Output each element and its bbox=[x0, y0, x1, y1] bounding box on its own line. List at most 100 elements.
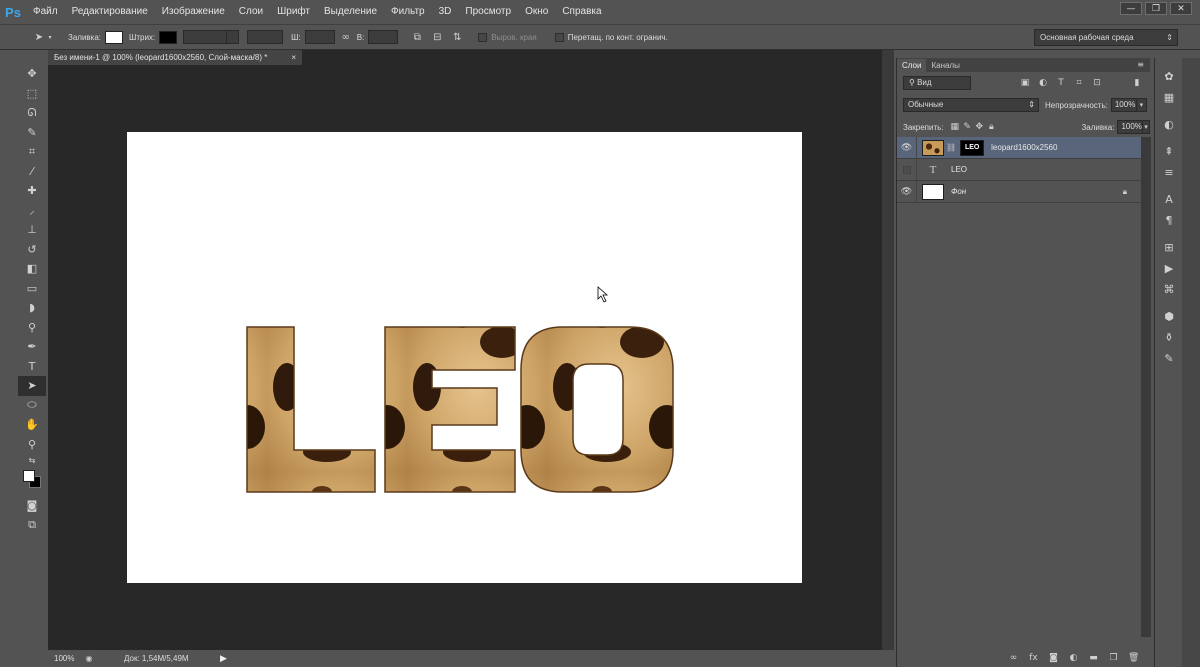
tab-layers[interactable]: Слои bbox=[897, 59, 927, 72]
adjustment-layer-icon[interactable]: ◐ bbox=[1068, 653, 1079, 663]
quick-mask-icon[interactable]: ◙ bbox=[18, 496, 46, 516]
panel-menu-icon[interactable]: ≡ bbox=[1137, 60, 1144, 69]
adjustment-filter-icon[interactable]: ◐ bbox=[1037, 77, 1049, 89]
stroke-type-dropdown[interactable] bbox=[247, 30, 284, 44]
menu-image[interactable]: Изображение bbox=[155, 0, 232, 24]
new-group-icon[interactable]: ▬ bbox=[1088, 653, 1099, 663]
blur-tool-icon[interactable]: ◗ bbox=[18, 298, 46, 318]
menu-filter[interactable]: Фильтр bbox=[384, 0, 432, 24]
visibility-toggle-off[interactable] bbox=[897, 158, 917, 181]
adjustments-panel-icon[interactable]: ◐ bbox=[1155, 114, 1183, 135]
kind-filter-select[interactable]: ⚲ Вид bbox=[903, 76, 971, 90]
eye-icon[interactable]: 👁︎ bbox=[897, 136, 917, 159]
color-panel-icon[interactable]: ✿ bbox=[1155, 66, 1183, 87]
layer-leopard[interactable]: 👁︎ ⛓︎ LEO leopard1600x2560 bbox=[897, 136, 1141, 159]
add-mask-icon[interactable]: ◙ bbox=[1048, 653, 1059, 663]
path-alignment-icon[interactable]: ⊟ bbox=[430, 30, 444, 44]
lock-position-icon[interactable]: ✥ bbox=[975, 121, 983, 133]
menu-select[interactable]: Выделение bbox=[317, 0, 384, 24]
status-info-icon[interactable]: ◉ bbox=[82, 653, 96, 665]
opacity-dropdown-icon[interactable]: ▾ bbox=[1136, 98, 1147, 112]
menu-view[interactable]: Просмотр bbox=[458, 0, 518, 24]
constrain-path-checkbox[interactable] bbox=[554, 32, 564, 42]
history-brush-tool-icon[interactable]: ↺ bbox=[18, 240, 46, 260]
eyedropper-tool-icon[interactable]: ⁄ bbox=[18, 162, 46, 182]
healing-brush-tool-icon[interactable]: ✚ bbox=[18, 181, 46, 201]
canvas[interactable] bbox=[127, 132, 802, 583]
stroke-width-field[interactable] bbox=[183, 30, 228, 44]
tab-channels[interactable]: Каналы bbox=[926, 59, 964, 72]
minimize-button[interactable]: — bbox=[1120, 2, 1142, 15]
new-layer-icon[interactable]: ❐ bbox=[1108, 653, 1119, 663]
pixel-filter-icon[interactable]: ▣ bbox=[1019, 77, 1031, 89]
notes-panel-icon[interactable]: ✎ bbox=[1155, 348, 1183, 369]
close-button[interactable]: ✕ bbox=[1170, 2, 1192, 15]
trash-icon[interactable]: 🗑︎ bbox=[1128, 653, 1139, 663]
lock-image-icon[interactable]: ✎ bbox=[963, 121, 971, 133]
menu-type[interactable]: Шрифт bbox=[270, 0, 317, 24]
stroke-width-dropdown[interactable] bbox=[227, 30, 240, 44]
history-panel-icon[interactable]: ⊞ bbox=[1155, 237, 1183, 258]
filter-toggle-icon[interactable]: ▮ bbox=[1131, 77, 1143, 89]
stroke-swatch[interactable] bbox=[159, 30, 178, 44]
document-tab[interactable]: Без имени-1 @ 100% (leopard1600x2560, Сл… bbox=[48, 50, 302, 65]
menu-file[interactable]: Файл bbox=[26, 0, 65, 24]
link-icon[interactable]: ∞ bbox=[339, 30, 353, 44]
zoom-level[interactable]: 100% bbox=[48, 654, 82, 663]
layers-scrollbar[interactable] bbox=[1141, 137, 1151, 637]
fill-swatch[interactable] bbox=[105, 30, 124, 44]
paragraph-panel-icon[interactable]: ¶ bbox=[1155, 210, 1183, 231]
clone-stamp-tool-icon[interactable]: ⊥ bbox=[18, 220, 46, 240]
swatches-panel-icon[interactable]: ▦ bbox=[1155, 87, 1183, 108]
path-select-tool-icon[interactable]: ➤ bbox=[32, 30, 46, 44]
menu-layers[interactable]: Слои bbox=[232, 0, 270, 24]
menu-help[interactable]: Справка bbox=[555, 0, 608, 24]
lock-all-icon[interactable]: 🔒︎ bbox=[987, 121, 995, 133]
brush-panel-icon[interactable]: ≡ bbox=[1155, 162, 1183, 183]
width-field[interactable] bbox=[304, 30, 335, 44]
quick-selection-tool-icon[interactable]: ✎ bbox=[18, 123, 46, 143]
paths-panel-icon[interactable]: ⌘ bbox=[1155, 279, 1183, 300]
layer-leo-text[interactable]: T LEO bbox=[897, 158, 1141, 181]
screen-mode-icon[interactable]: ⧉ bbox=[18, 516, 46, 536]
fill-field[interactable]: 100% bbox=[1117, 120, 1143, 134]
clone-source-panel-icon[interactable]: ⚱ bbox=[1155, 327, 1183, 348]
opacity-field[interactable]: 100% bbox=[1110, 98, 1137, 112]
align-edges-checkbox[interactable] bbox=[478, 32, 488, 42]
eye-icon[interactable]: 👁︎ bbox=[897, 180, 917, 203]
move-tool-icon[interactable]: ✥ bbox=[18, 64, 46, 84]
fx-icon[interactable]: fx bbox=[1028, 653, 1039, 663]
actions-panel-icon[interactable]: ▶ bbox=[1155, 258, 1183, 279]
close-tab-icon[interactable]: × bbox=[291, 50, 296, 65]
menu-window[interactable]: Окно bbox=[518, 0, 555, 24]
type-filter-icon[interactable]: T bbox=[1055, 77, 1067, 89]
link-layers-icon[interactable]: ∞ bbox=[1008, 653, 1019, 663]
pen-tool-icon[interactable]: ✒ bbox=[18, 337, 46, 357]
menu-3d[interactable]: 3D bbox=[432, 0, 459, 24]
dodge-tool-icon[interactable]: ⚲ bbox=[18, 318, 46, 338]
properties-panel-icon[interactable]: ⇞ bbox=[1155, 141, 1183, 162]
path-selection-tool-icon[interactable]: ➤ bbox=[18, 376, 46, 396]
smart-object-filter-icon[interactable]: ⊡ bbox=[1091, 77, 1103, 89]
zoom-tool-icon[interactable]: ⚲ bbox=[18, 435, 46, 455]
restore-button[interactable]: ❐ bbox=[1145, 2, 1167, 15]
shape-filter-icon[interactable]: ⌗ bbox=[1073, 77, 1085, 89]
3d-panel-icon[interactable]: ⬢ bbox=[1155, 306, 1183, 327]
ellipse-tool-icon[interactable]: ⬭ bbox=[18, 396, 46, 416]
height-field[interactable] bbox=[368, 30, 399, 44]
layer-mask-thumbnail[interactable]: LEO bbox=[960, 139, 985, 156]
swap-colors-icon[interactable]: ⇆ bbox=[18, 454, 46, 466]
eraser-tool-icon[interactable]: ◧ bbox=[18, 259, 46, 279]
layer-background[interactable]: 👁︎ Фон 🔒︎ bbox=[897, 180, 1141, 203]
status-menu-arrow-icon[interactable]: ▶ bbox=[220, 653, 227, 664]
brush-tool-icon[interactable]: ⸝ bbox=[18, 201, 46, 221]
fill-dropdown-icon[interactable]: ▾ bbox=[1142, 120, 1151, 134]
tool-preset-arrow-icon[interactable]: ▾ bbox=[46, 30, 54, 44]
vertical-scrollbar[interactable] bbox=[882, 50, 894, 650]
path-operations-icon[interactable]: ⧉ bbox=[410, 30, 424, 44]
marquee-tool-icon[interactable]: ⬚ bbox=[18, 84, 46, 104]
crop-tool-icon[interactable]: ⌗ bbox=[18, 142, 46, 162]
mask-link-icon[interactable]: ⛓︎ bbox=[946, 143, 956, 152]
gradient-tool-icon[interactable]: ▭ bbox=[18, 279, 46, 299]
blend-mode-select[interactable]: Обычные ⇕ bbox=[903, 98, 1039, 112]
